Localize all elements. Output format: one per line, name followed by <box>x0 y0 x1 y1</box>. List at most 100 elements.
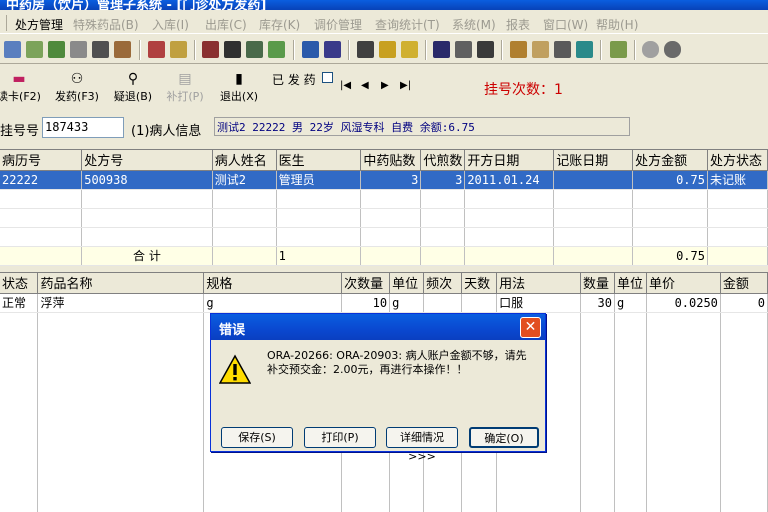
edit-icon[interactable] <box>268 41 285 58</box>
wallet-icon[interactable] <box>510 41 527 58</box>
column-header[interactable]: 中药贴数 <box>360 150 422 171</box>
query-return-button[interactable]: ⚲ 疑退(B) <box>110 70 156 108</box>
column-header[interactable]: 频次 <box>423 273 463 294</box>
cell-drug-name[interactable]: 浮萍 <box>37 293 205 313</box>
column-header[interactable]: 处方状态 <box>707 150 768 171</box>
print-button[interactable]: 打印(P) <box>304 427 376 448</box>
column-header[interactable]: 天数 <box>461 273 498 294</box>
read-card-button[interactable]: ▬ 读卡(F2) <box>0 70 44 108</box>
save-button[interactable]: 保存(S) <box>221 427 293 448</box>
transfer-icon[interactable] <box>246 41 263 58</box>
trash-icon[interactable] <box>433 41 450 58</box>
dialog-title-bar[interactable]: 错误 ✕ <box>211 314 545 340</box>
open-icon[interactable] <box>26 41 43 58</box>
nav-prev-button[interactable]: ◀ <box>361 80 369 91</box>
column-header[interactable]: 病历号 <box>0 150 83 171</box>
cell-doses[interactable]: 3 <box>360 170 422 190</box>
column-header[interactable]: 代煎数 <box>420 150 466 171</box>
column-header[interactable]: 开方日期 <box>464 150 555 171</box>
checklist-icon[interactable] <box>224 41 241 58</box>
copy-icon[interactable] <box>70 41 87 58</box>
column-header[interactable]: 金额 <box>720 273 768 294</box>
disk-icon[interactable] <box>642 41 659 58</box>
column-header[interactable]: 单位 <box>614 273 647 294</box>
hand-icon[interactable] <box>610 41 627 58</box>
chart-icon[interactable] <box>324 41 341 58</box>
column-header[interactable]: 状态 <box>0 273 39 294</box>
scale-icon[interactable] <box>477 41 494 58</box>
column-header[interactable]: 药品名称 <box>37 273 205 294</box>
exit-button[interactable]: ▮ 退出(X) <box>216 70 262 108</box>
cell-spec[interactable]: g <box>203 293 343 313</box>
column-header[interactable]: 医生 <box>276 150 362 171</box>
cell-usage[interactable]: 口服 <box>496 293 581 313</box>
report-icon[interactable] <box>302 41 319 58</box>
column-header[interactable]: 次数量 <box>341 273 391 294</box>
binoculars-icon[interactable] <box>92 41 109 58</box>
menu-reports[interactable]: 报表 <box>506 16 530 33</box>
menu-special-drugs[interactable]: 特殊药品(B) <box>73 16 139 33</box>
cell-prescription-no[interactable]: 500938 <box>81 170 213 190</box>
cell-amount[interactable]: 0 <box>720 293 768 313</box>
check-icon[interactable] <box>48 41 65 58</box>
cell-date[interactable]: 2011.01.24 <box>464 170 555 190</box>
dispense-button[interactable]: ⚇ 发药(F3) <box>52 70 102 108</box>
nav-next-button[interactable]: ▶ <box>381 80 389 91</box>
cell-unit[interactable]: g <box>389 293 425 313</box>
cell-charge-date[interactable] <box>553 170 634 190</box>
book-icon[interactable] <box>202 41 219 58</box>
cell-amount[interactable]: 0.75 <box>632 170 708 190</box>
print-icon[interactable] <box>4 41 21 58</box>
column-header[interactable]: 处方号 <box>81 150 213 171</box>
column-header[interactable]: 数量 <box>580 273 615 294</box>
cell-frequency[interactable] <box>423 293 463 313</box>
column-header[interactable]: 病人姓名 <box>212 150 277 171</box>
ok-button[interactable]: 确定(O) <box>469 427 539 448</box>
package-icon[interactable] <box>114 41 131 58</box>
calendar-icon[interactable] <box>576 41 593 58</box>
details-button[interactable]: 详细情况>>> <box>386 427 458 463</box>
column-header[interactable]: 处方金额 <box>632 150 708 171</box>
bell-icon[interactable] <box>379 41 396 58</box>
column-header[interactable]: 规格 <box>203 273 343 294</box>
cell-status[interactable]: 正常 <box>0 293 39 313</box>
nav-last-button[interactable]: ▶| <box>400 80 411 91</box>
menu-help[interactable]: 帮助(H) <box>596 16 638 33</box>
close-icon[interactable]: ✕ <box>520 317 541 338</box>
column-header[interactable]: 记账日期 <box>553 150 634 171</box>
column-header[interactable]: 单位 <box>389 273 425 294</box>
stamp-icon[interactable] <box>455 41 472 58</box>
nav-first-button[interactable]: |◀ <box>340 80 351 91</box>
cell-status[interactable]: 未记账 <box>707 170 768 190</box>
search-icon[interactable] <box>554 41 571 58</box>
reprint-button[interactable]: ▤ 补打(P) <box>162 70 208 108</box>
tag-icon[interactable] <box>401 41 418 58</box>
cell-record-no[interactable]: 22222 <box>0 170 83 190</box>
cell-unit2[interactable]: g <box>614 293 647 313</box>
menu-window[interactable]: 窗口(W) <box>543 16 588 33</box>
menu-prescription[interactable]: 处方管理 <box>15 16 63 33</box>
menu-system[interactable]: 系统(M) <box>452 16 496 33</box>
registration-input[interactable]: 187433 <box>42 117 124 138</box>
cell-decoction[interactable]: 3 <box>420 170 466 190</box>
menu-stock-in[interactable]: 入库(I) <box>152 16 189 33</box>
menu-stock-out[interactable]: 出库(C) <box>205 16 247 33</box>
menu-inventory[interactable]: 库存(K) <box>259 16 300 33</box>
cell-patient-name[interactable]: 测试2 <box>212 170 277 190</box>
folder-icon[interactable] <box>170 41 187 58</box>
thermometer-icon[interactable] <box>532 41 549 58</box>
cell-dose-qty[interactable]: 10 <box>341 293 391 313</box>
cell-days[interactable] <box>461 293 498 313</box>
stock-in-icon[interactable] <box>148 41 165 58</box>
cell-doctor[interactable]: 管理员 <box>276 170 362 190</box>
column-header[interactable]: 单价 <box>646 273 721 294</box>
cell-unit-price[interactable]: 0.0250 <box>646 293 721 313</box>
table-row[interactable]: 正常 浮萍 g 10 g 口服 30 g 0.0250 0 <box>0 293 768 313</box>
menu-query[interactable]: 查询统计(T) <box>375 16 440 33</box>
dispensed-checkbox[interactable] <box>322 72 333 83</box>
menu-price[interactable]: 调价管理 <box>314 16 362 33</box>
cell-quantity[interactable]: 30 <box>580 293 615 313</box>
column-header[interactable]: 用法 <box>496 273 581 294</box>
calculator-icon[interactable] <box>357 41 374 58</box>
table-row[interactable]: 22222 500938 测试2 管理员 3 3 2011.01.24 0.75… <box>0 170 768 190</box>
